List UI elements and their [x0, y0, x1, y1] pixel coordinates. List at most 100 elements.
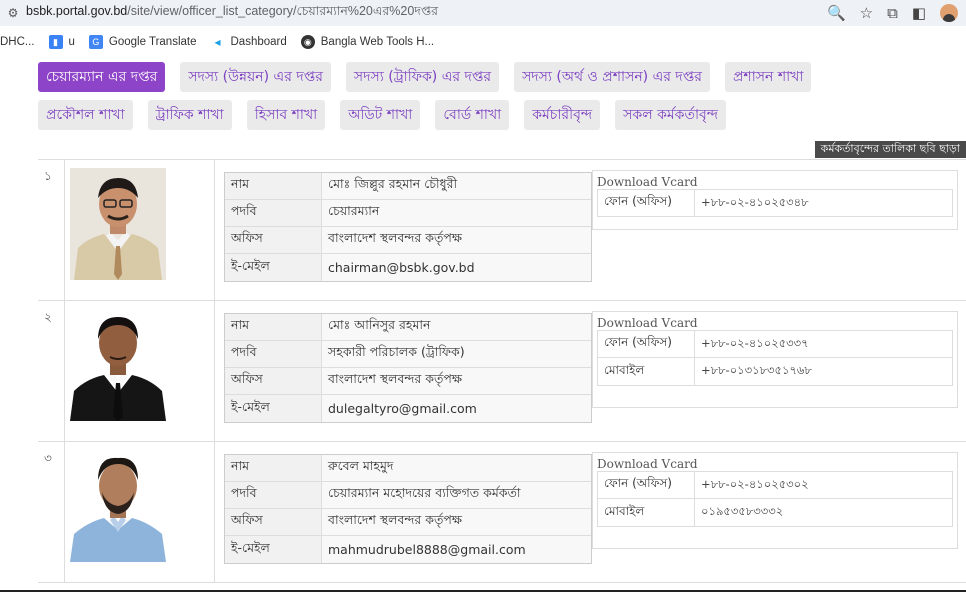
tab-accounts-section[interactable]: হিসাব শাখা: [246, 100, 326, 130]
download-vcard-link[interactable]: Download Vcard: [593, 171, 957, 189]
bookmarks-bar: DHC... ▮ u G Google Translate ◂ Dashboard ◉…: [0, 30, 966, 54]
tab-all-officers[interactable]: সকল কর্মকর্তাবৃন্দ: [615, 100, 727, 130]
designation-label: পদবি: [231, 344, 257, 359]
column-divider: [214, 442, 215, 582]
email-label: ই-মেইল: [231, 398, 270, 414]
download-vcard-link[interactable]: Download Vcard: [593, 312, 957, 330]
officer-name: রুবেল মাহমুদ: [321, 455, 591, 481]
url-path: /site/view/officer_list_category/চেয়ারম…: [127, 4, 438, 18]
officer-list: ১ নাম মোঃ জিল্লুর রহমান চৌধুরী পদবি চেয়ার…: [38, 159, 966, 583]
officer-email[interactable]: dulegaltyro@gmail.com: [321, 395, 591, 422]
tab-chairman-office[interactable]: চেয়ারম্যান এর দপ্তর: [38, 62, 166, 92]
globe-icon: ◉: [300, 35, 315, 49]
officer-office: বাংলাদেশ স্থলবন্দর কর্তৃপক্ষ: [321, 368, 591, 394]
serial-number: ১: [44, 169, 52, 183]
bookmark-label: Dashboard: [230, 36, 287, 48]
column-divider: [64, 442, 65, 582]
officer-designation: চেয়ারম্যান: [321, 200, 591, 226]
bookmark-dhc[interactable]: DHC...: [0, 36, 35, 48]
url-text[interactable]: bsbk.portal.gov.bd/site/view/officer_lis…: [26, 3, 438, 23]
office-label: অফিস: [231, 371, 263, 386]
tab-traffic-section[interactable]: ট্রাফিক শাখা: [147, 100, 232, 130]
officer-info-table: নাম মোঃ জিল্লুর রহমান চৌধুরী পদবি চেয়ারম্…: [224, 172, 592, 282]
tab-member-finance-admin[interactable]: সদস্য (অর্থ ও প্রশাসন) এর দপ্তর: [514, 62, 710, 92]
extensions-icon[interactable]: ⧉: [887, 4, 898, 22]
tab-member-traffic[interactable]: সদস্য (ট্রাফিক) এর দপ্তর: [345, 62, 500, 92]
mobile-label: মোবাইল: [604, 503, 645, 518]
officer-email[interactable]: chairman@bsbk.gov.bd: [321, 254, 591, 281]
column-divider: [64, 160, 65, 300]
list-without-photo-link[interactable]: কর্মকর্তাবৃন্দের তালিকা ছবি ছাড়া: [814, 141, 966, 158]
name-label: নাম: [231, 458, 250, 473]
vcard-box: Download Vcard ফোন (অফিস) +৮৮-০২-৪১০২৫৩৩৭…: [592, 311, 958, 408]
bookmark-dashboard[interactable]: ◂ Dashboard: [210, 35, 287, 49]
tab-member-development[interactable]: সদস্য (উন্নয়ন) এর দপ্তর: [180, 62, 331, 92]
bookmark-label: Bangla Web Tools H...: [320, 36, 435, 48]
download-vcard-link[interactable]: Download Vcard: [593, 453, 957, 471]
vcard-box: Download Vcard ফোন (অফিস) +৮৮-০২-৪১০২৫৩৪৮: [592, 170, 958, 230]
tab-employees[interactable]: কর্মচারীবৃন্দ: [524, 100, 601, 130]
office-label: অফিস: [231, 512, 263, 527]
serial-number: ৩: [44, 451, 52, 465]
officer-row: ২ নাম মোঃ আনিসুর রহমান পদবি সহকারী পরিচালক…: [38, 301, 966, 442]
mobile-label: মোবাইল: [604, 362, 645, 377]
serial-number: ২: [44, 310, 52, 324]
officer-mobile: +৮৮-০১৩১৮৩৫১৭৬৮: [694, 358, 952, 385]
site-info-icon[interactable]: ⚙: [0, 0, 26, 26]
column-divider: [64, 301, 65, 441]
officer-phone-office: +৮৮-০২-৪১০২৫৩৪৮: [694, 190, 952, 216]
officer-name: মোঃ আনিসুর রহমান: [321, 314, 591, 340]
vcard-box: Download Vcard ফোন (অফিস) +৮৮-০২-৪১০২৫৩০২…: [592, 452, 958, 549]
designation-label: পদবি: [231, 485, 257, 500]
tab-engineering-section[interactable]: প্রকৌশল শাখা: [38, 100, 133, 130]
star-icon[interactable]: ☆: [860, 4, 873, 22]
officer-info-table: নাম মোঃ আনিসুর রহমান পদবি সহকারী পরিচালক (…: [224, 313, 592, 423]
officer-office: বাংলাদেশ স্থলবন্দর কর্তৃপক্ষ: [321, 227, 591, 253]
officer-photo: [70, 450, 166, 562]
tab-row-2: প্রকৌশল শাখা ট্রাফিক শাখা হিসাব শাখা অডি…: [38, 98, 966, 132]
bookmark-u[interactable]: ▮ u: [48, 35, 75, 49]
tab-board-section[interactable]: বোর্ড শাখা: [435, 100, 510, 130]
phone-office-label: ফোন (অফিস): [604, 335, 672, 349]
officer-row: ১ নাম মোঃ জিল্লুর রহমান চৌধুরী পদবি চেয়ার…: [38, 160, 966, 301]
bookmark-blue-icon: ▮: [48, 35, 63, 49]
officer-email[interactable]: mahmudrubel8888@gmail.com: [321, 536, 591, 563]
officer-info-table: নাম রুবেল মাহমুদ পদবি চেয়ারম্যান মহোদয়ের…: [224, 454, 592, 564]
bookmark-google-translate[interactable]: G Google Translate: [88, 35, 197, 49]
bookmark-label: Google Translate: [108, 36, 197, 48]
url-host: bsbk.portal.gov.bd: [26, 4, 128, 18]
tab-audit-section[interactable]: অডিট শাখা: [340, 100, 421, 130]
office-label: অফিস: [231, 230, 263, 245]
designation-label: পদবি: [231, 203, 257, 218]
phone-office-label: ফোন (অফিস): [604, 194, 672, 208]
officer-name: মোঃ জিল্লুর রহমান চৌধুরী: [321, 173, 591, 199]
officer-designation: সহকারী পরিচালক (ট্রাফিক): [321, 341, 591, 367]
name-label: নাম: [231, 176, 250, 191]
zoom-icon[interactable]: 🔍: [827, 4, 846, 22]
officer-designation: চেয়ারম্যান মহোদয়ের ব্যক্তিগত কর্মকর্তা: [321, 482, 591, 508]
email-label: ই-মেইল: [231, 539, 270, 555]
phone-office-label: ফোন (অফিস): [604, 476, 672, 490]
bookmark-label: u: [68, 36, 75, 48]
page-bottom-divider: [0, 590, 966, 592]
bookmark-bangla-web-tools[interactable]: ◉ Bangla Web Tools H...: [300, 35, 435, 49]
officer-phone-office: +৮৮-০২-৪১০২৫৩৩৭: [694, 331, 952, 357]
category-tabs: চেয়ারম্যান এর দপ্তর সদস্য (উন্নয়ন) এর …: [38, 60, 966, 132]
officer-office: বাংলাদেশ স্থলবন্দর কর্তৃপক্ষ: [321, 509, 591, 535]
dashboard-icon: ◂: [210, 35, 225, 49]
bookmark-label: DHC...: [0, 36, 35, 48]
address-bar[interactable]: ⚙ bsbk.portal.gov.bd/site/view/officer_l…: [0, 0, 966, 26]
officer-photo: [70, 168, 166, 280]
tab-admin-section[interactable]: প্রশাসন শাখা: [724, 62, 812, 92]
officer-mobile: ০১৯৫৩৫৮৩৩৩২: [694, 499, 952, 526]
name-label: নাম: [231, 317, 250, 332]
column-divider: [214, 160, 215, 300]
officer-photo: [70, 309, 166, 421]
column-divider: [214, 301, 215, 441]
tab-row-1: চেয়ারম্যান এর দপ্তর সদস্য (উন্নয়ন) এর …: [38, 60, 966, 94]
officer-phone-office: +৮৮-০২-৪১০২৫৩০২: [694, 472, 952, 498]
sidebar-icon[interactable]: ◧: [912, 4, 926, 22]
officer-row: ৩ নাম রুবেল মাহমুদ পদবি চেয়ারম্যান মহোদয়…: [38, 442, 966, 583]
profile-avatar[interactable]: [940, 4, 958, 22]
email-label: ই-মেইল: [231, 257, 270, 273]
